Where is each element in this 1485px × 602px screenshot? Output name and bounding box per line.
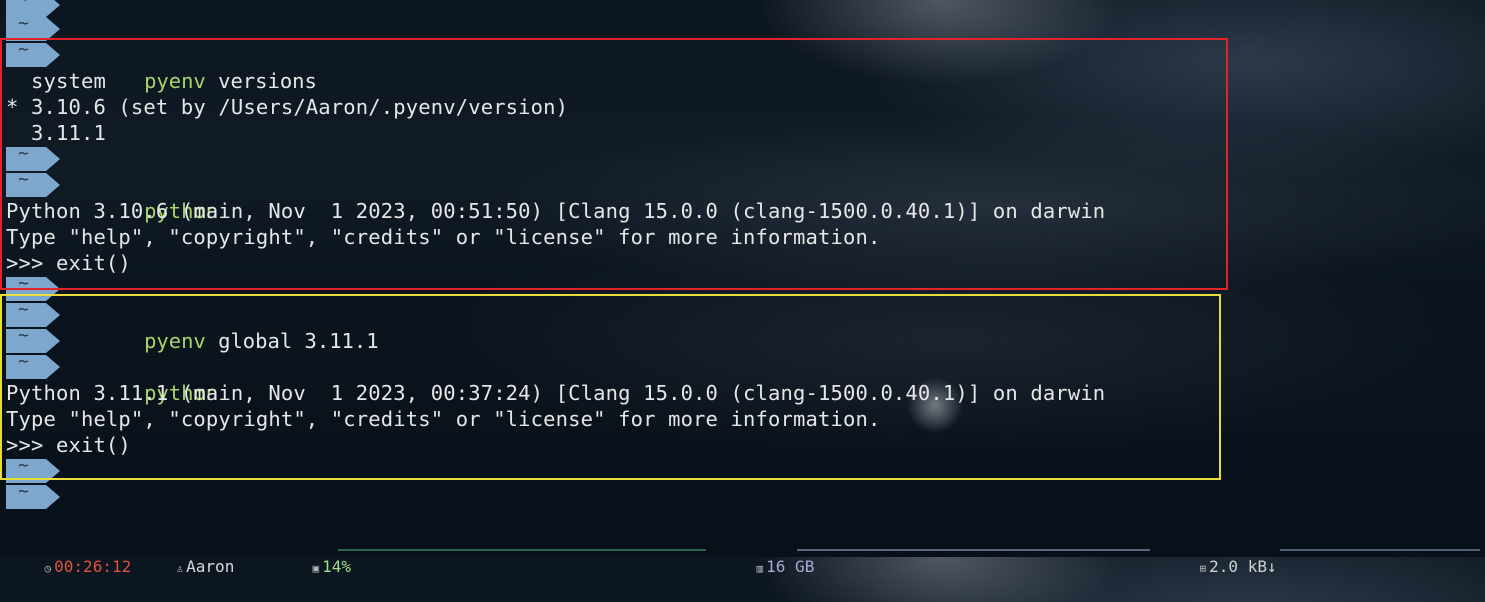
prompt-dir: ~ <box>18 481 29 502</box>
memory-widget: ▥ 16 GB <box>718 534 815 576</box>
user-icon: ♙ <box>176 562 184 575</box>
network-rate: 2.0 kB↓ <box>1209 557 1277 576</box>
cpu-usage: 14% <box>322 557 352 576</box>
memory-graph <box>797 549 1150 551</box>
clock-widget: ◷ 00:26:12 <box>6 534 132 576</box>
cpu-icon: ▣ <box>312 562 320 575</box>
highlight-box-red <box>0 38 1228 290</box>
memory-usage: 16 GB <box>766 557 815 576</box>
network-icon: ⊞ <box>1199 562 1207 575</box>
cpu-graph <box>338 549 706 551</box>
cpu-widget: ▣ 14% <box>274 534 352 576</box>
status-bar: ◷ 00:26:12 ♙ Aaron ▣ 14% ▥ 16 GB ⊞ 2.0 kB↓ <box>0 532 1485 576</box>
user-widget: ♙ Aaron <box>138 534 235 576</box>
network-widget: ⊞ 2.0 kB↓ <box>1161 534 1277 576</box>
clock-time: 00:26:12 <box>54 557 132 576</box>
memory-icon: ▥ <box>756 562 764 575</box>
user-name: Aaron <box>186 557 235 576</box>
clock-icon: ◷ <box>44 562 52 575</box>
highlight-box-yellow <box>0 294 1221 480</box>
network-graph <box>1280 549 1480 551</box>
terminal-window[interactable]: ~ ~ ~ pyenv versions system * 3.10.6 (se… <box>0 0 1485 520</box>
prompt-dir: ~ <box>18 13 29 34</box>
prompt-dir: ~ <box>18 0 29 10</box>
